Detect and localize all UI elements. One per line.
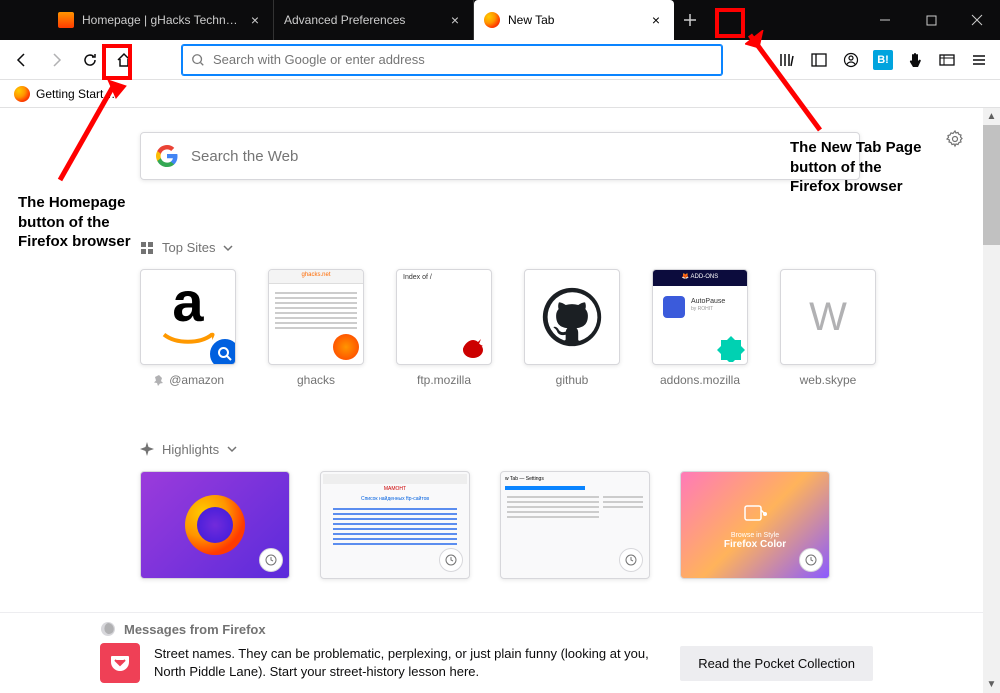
- toolbar-right: B!: [772, 45, 994, 75]
- topsite-ftp-mozilla[interactable]: Index of / ftp.mozilla: [396, 269, 492, 388]
- pin-icon: [152, 374, 166, 388]
- firefox-grey-icon: [100, 621, 116, 637]
- tab-label: Advanced Preferences: [284, 13, 441, 27]
- highlights-header[interactable]: Highlights: [140, 442, 940, 457]
- pocket-head-label: Messages from Firefox: [124, 622, 266, 637]
- sidebar-button[interactable]: [804, 45, 834, 75]
- highlight-tile[interactable]: w Tab — Settings: [500, 471, 650, 579]
- bookmarks-toolbar: Getting Start…: [0, 80, 1000, 108]
- account-button[interactable]: [836, 45, 866, 75]
- annotation-newtab-text: The New Tab Page button of the Firefox b…: [790, 138, 930, 197]
- home-button[interactable]: [108, 44, 140, 76]
- google-icon: [155, 144, 179, 168]
- highlight-tile[interactable]: МАМОНТСписок найденных ftp-сайтов: [320, 471, 470, 579]
- pocket-read-button[interactable]: Read the Pocket Collection: [680, 646, 873, 681]
- tab-label: Homepage | gHacks Technolog: [82, 13, 241, 27]
- topsite-amazon[interactable]: a @amazon: [140, 269, 236, 388]
- grid-icon: [140, 241, 154, 255]
- tab-advanced-prefs[interactable]: Advanced Preferences ×: [274, 0, 474, 40]
- scrollbar[interactable]: ▲ ▼: [983, 108, 1000, 693]
- scroll-up-icon[interactable]: ▲: [983, 108, 1000, 125]
- bookmark-label: Getting Start…: [36, 87, 115, 101]
- tile-label: github: [524, 373, 620, 387]
- scroll-thumb[interactable]: [983, 125, 1000, 245]
- topsite-skype[interactable]: W web.skype: [780, 269, 876, 388]
- titlebar-spacer: [0, 0, 48, 40]
- highlights-grid: МАМОНТСписок найденных ftp-сайтов w Tab …: [140, 471, 940, 579]
- url-input[interactable]: [213, 52, 713, 67]
- menu-button[interactable]: [964, 45, 994, 75]
- hand-button[interactable]: [900, 45, 930, 75]
- history-icon: [439, 548, 463, 572]
- letter-icon: W: [809, 295, 847, 340]
- customize-button[interactable]: [946, 130, 964, 153]
- screenshot-button[interactable]: [932, 45, 962, 75]
- highlight-tile[interactable]: [140, 471, 290, 579]
- highlights-label: Highlights: [162, 442, 219, 457]
- forward-button[interactable]: [40, 44, 72, 76]
- topsite-ghacks[interactable]: ghacks.net ghacks: [268, 269, 364, 388]
- url-bar[interactable]: [182, 45, 722, 75]
- tile-label: addons.mozilla: [652, 373, 748, 387]
- tab-strip: Homepage | gHacks Technolog × Advanced P…: [48, 0, 674, 40]
- sparkle-icon: [140, 442, 154, 456]
- tab-label: New Tab: [508, 13, 642, 27]
- topsite-github[interactable]: github: [524, 269, 620, 388]
- ghacks-favicon-icon: [58, 12, 74, 28]
- annotation-home-text: The Homepage button of the Firefox brows…: [18, 193, 138, 252]
- pocket-header: Messages from Firefox: [100, 621, 873, 637]
- topsites-grid: a @amazon ghacks.net ghacks Index of / f…: [140, 269, 940, 388]
- back-button[interactable]: [6, 44, 38, 76]
- pocket-message: Street names. They can be problematic, p…: [154, 645, 666, 681]
- tile-label: web.skype: [780, 373, 876, 387]
- tile-label: @amazon: [169, 373, 224, 387]
- newtab-search-input[interactable]: [191, 148, 845, 165]
- chevron-down-icon: [223, 243, 233, 253]
- topsites-label: Top Sites: [162, 240, 215, 255]
- titlebar: Homepage | gHacks Technolog × Advanced P…: [0, 0, 1000, 40]
- search-badge-icon: [207, 336, 236, 365]
- scroll-down-icon[interactable]: ▼: [983, 676, 1000, 693]
- pocket-icon: [100, 643, 140, 683]
- search-icon: [191, 53, 205, 67]
- topsite-addons[interactable]: 🦊 ADD-ONSAutoPauseby ROHIT addons.mozill…: [652, 269, 748, 388]
- newtab-search[interactable]: [140, 132, 860, 180]
- window-controls: [862, 0, 1000, 40]
- history-icon: [619, 548, 643, 572]
- library-button[interactable]: [772, 45, 802, 75]
- bookmark-getting-started[interactable]: Getting Start…: [8, 84, 121, 104]
- reload-button[interactable]: [74, 44, 106, 76]
- nav-toolbar: B!: [0, 40, 1000, 80]
- github-icon: [537, 282, 607, 352]
- history-icon: [259, 548, 283, 572]
- close-icon[interactable]: ×: [247, 12, 263, 28]
- firefox-icon: [14, 86, 30, 102]
- minimize-button[interactable]: [862, 0, 908, 40]
- close-icon[interactable]: ×: [648, 12, 664, 28]
- gear-icon: [946, 130, 964, 148]
- tab-new-tab[interactable]: New Tab ×: [474, 0, 674, 40]
- close-icon[interactable]: ×: [447, 12, 463, 28]
- new-tab-button[interactable]: [674, 0, 706, 40]
- close-button[interactable]: [954, 0, 1000, 40]
- tab-ghacks[interactable]: Homepage | gHacks Technolog ×: [48, 0, 274, 40]
- firefox-favicon-icon: [484, 12, 500, 28]
- hatena-button[interactable]: B!: [868, 45, 898, 75]
- highlight-tile[interactable]: Browse in StyleFirefox Color: [680, 471, 830, 579]
- maximize-button[interactable]: [908, 0, 954, 40]
- tile-label: ghacks: [268, 373, 364, 387]
- svg-text:a: a: [172, 277, 204, 333]
- chevron-down-icon: [227, 444, 237, 454]
- tile-label: ftp.mozilla: [396, 373, 492, 387]
- pocket-section: Messages from Firefox Street names. They…: [0, 612, 983, 693]
- topsites-header[interactable]: Top Sites: [140, 240, 940, 255]
- history-icon: [799, 548, 823, 572]
